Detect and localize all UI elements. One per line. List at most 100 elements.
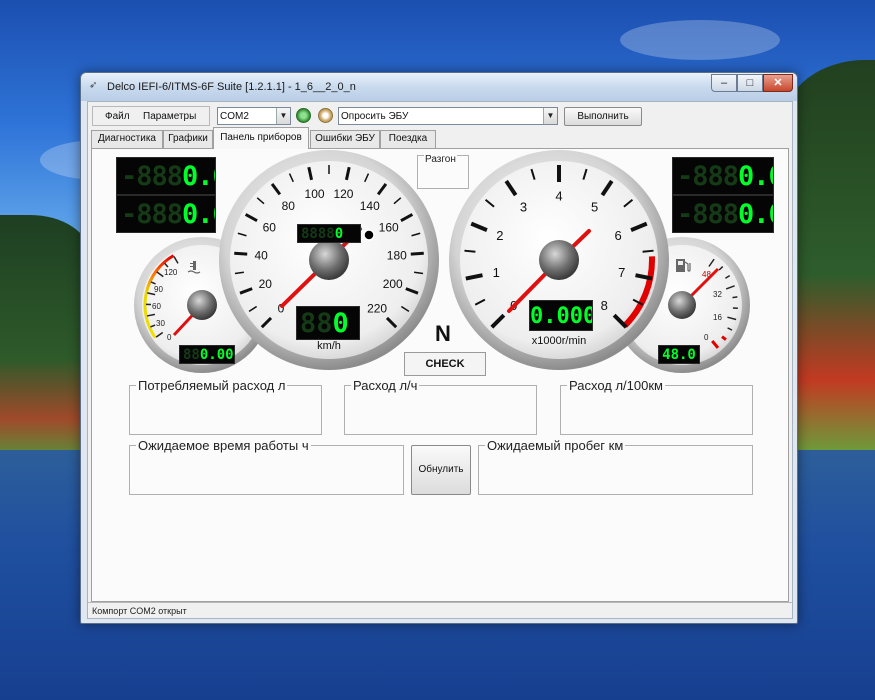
reset-button[interactable]: Обнулить <box>411 445 471 495</box>
chevron-down-icon[interactable]: ▼ <box>543 108 557 124</box>
left-top-display-ghost: -888 <box>121 161 183 192</box>
client-area: Файл Параметры COM2 ▼ Опросить ЭБУ ▼ Вып… <box>87 101 793 619</box>
speed-tick-label: 40 <box>254 248 268 262</box>
menu-file[interactable]: Файл <box>105 111 130 122</box>
window-title: Delco IEFI-6/ITMS-6F Suite [1.2.1.1] - 1… <box>107 81 356 93</box>
rpm-tick-label: 1 <box>493 265 500 280</box>
left-bottom-display-ghost: -888 <box>121 199 183 230</box>
odometer-display-ghost: 8888 <box>301 226 335 242</box>
execute-button[interactable]: Выполнить <box>564 107 642 126</box>
speed-tick-label: 160 <box>379 221 399 235</box>
temp-tick-30: 30 <box>156 319 165 328</box>
tab-trip[interactable]: Поездка <box>380 130 436 148</box>
rpm-tick-label: 4 <box>555 189 562 204</box>
temp-gauge-hub <box>187 290 217 320</box>
speed-major-tick <box>234 251 248 256</box>
trip-reset-knob[interactable] <box>363 229 375 241</box>
temp-tick-0: 0 <box>167 333 172 342</box>
rpm-tick-label: 5 <box>591 199 598 214</box>
temp-display-value: 0.00 <box>199 347 234 363</box>
title-bar[interactable]: ➶ Delco IEFI-6/ITMS-6F Suite [1.2.1.1] -… <box>81 73 797 101</box>
close-button[interactable]: ✕ <box>763 74 793 92</box>
speed-display-ghost: 88 <box>300 308 333 339</box>
rpm-tick-label: 3 <box>520 199 527 214</box>
right-bottom-display-ghost: -888 <box>677 199 739 230</box>
consumed-fuel-box: Потребляемый расход л <box>129 378 322 435</box>
odometer-display: 88880 <box>297 224 361 243</box>
dashboard-panel: 120 90 60 30 0 48 32 16 0 0 20 40 60 80 … <box>91 148 789 602</box>
fuel-rate-l100-label: Расход л/100км <box>567 378 665 393</box>
fuel-gauge-hub <box>668 291 696 319</box>
speed-display: 880 <box>296 306 360 340</box>
rpm-unit-label: x1000r/min <box>532 335 586 347</box>
background-cloud <box>620 20 780 60</box>
right-top-display: -8880.00 <box>672 157 774 195</box>
chevron-down-icon[interactable]: ▼ <box>276 108 290 124</box>
fuel-display: 48.0 <box>658 345 700 364</box>
razgon-label: Разгон <box>424 154 457 165</box>
status-bar: Компорт COM2 открыт <box>88 602 792 618</box>
speed-tick-label: 200 <box>383 277 403 291</box>
maximize-button[interactable]: □ <box>737 74 763 92</box>
fuel-rate-lh-box: Расход л/ч <box>344 378 537 435</box>
fuel-tick-32: 32 <box>713 290 722 299</box>
tab-ecu-errors[interactable]: Ошибки ЭБУ <box>310 130 380 148</box>
temp-tick-60: 60 <box>152 302 161 311</box>
command-select-value: Опросить ЭБУ <box>341 111 409 122</box>
razgon-box[interactable]: Разгон <box>417 154 469 189</box>
expected-range-label: Ожидаемый пробег км <box>485 438 626 453</box>
speed-tick-label: 120 <box>333 187 353 201</box>
background-hill-left <box>0 215 90 455</box>
speedometer-hub <box>309 240 349 280</box>
port-select-value: COM2 <box>220 111 249 122</box>
gear-indicator: N <box>435 321 451 346</box>
temp-display-ghost: 88 <box>183 347 200 363</box>
app-window: ➶ Delco IEFI-6/ITMS-6F Suite [1.2.1.1] -… <box>80 72 798 624</box>
speed-major-tick <box>410 251 424 256</box>
fuel-rate-l100-box: Расход л/100км <box>560 378 753 435</box>
menu-bar: Файл Параметры <box>92 106 210 126</box>
left-top-display: -8880.00 <box>116 157 216 195</box>
tab-diagnostics[interactable]: Диагностика <box>91 130 163 148</box>
check-engine-indicator: CHECK <box>404 352 486 376</box>
left-bottom-display-value: 0.00 <box>182 199 215 230</box>
rpm-display: 0.000 <box>529 300 593 331</box>
speed-display-value: 0 <box>332 308 349 339</box>
left-bottom-display: -8880.00 <box>116 195 216 233</box>
tab-graphs[interactable]: Графики <box>163 130 213 148</box>
minimize-button[interactable]: – <box>711 74 737 92</box>
connect-icon[interactable] <box>296 108 311 123</box>
speed-tick-label: 100 <box>305 187 325 201</box>
rpm-minor-tick <box>464 249 476 253</box>
consumed-fuel-label: Потребляемый расход л <box>136 378 288 393</box>
rpm-tick-label: 2 <box>496 228 503 243</box>
left-top-display-value: 0.00 <box>182 161 215 192</box>
expected-range-box: Ожидаемый пробег км <box>478 438 753 495</box>
fuel-tick-0: 0 <box>704 333 709 342</box>
speed-tick-label: 180 <box>387 248 407 262</box>
fuel-tick <box>732 296 738 299</box>
speed-tick-label: 220 <box>367 301 387 315</box>
command-select[interactable]: Опросить ЭБУ ▼ <box>338 107 558 125</box>
rpm-minor-tick <box>642 249 654 253</box>
speed-tick-label: 80 <box>282 199 296 213</box>
tab-dashboard[interactable]: Панель приборов <box>213 127 309 149</box>
menu-params[interactable]: Параметры <box>143 111 196 122</box>
speed-unit-label: km/h <box>317 340 341 352</box>
rpm-tick-label: 6 <box>615 228 622 243</box>
speed-tick-label: 140 <box>360 199 380 213</box>
ecu-icon[interactable] <box>318 108 333 123</box>
odometer-display-value: 0 <box>334 226 344 242</box>
port-select[interactable]: COM2 ▼ <box>217 107 291 125</box>
right-bottom-display: -8880.00 <box>672 195 774 233</box>
tachometer: 012345678 x1000r/min <box>449 150 669 370</box>
fuel-rate-lh-label: Расход л/ч <box>351 378 420 393</box>
temp-tick-90: 90 <box>154 285 163 294</box>
right-bottom-display-value: 0.00 <box>738 199 773 230</box>
background-hill-right <box>785 60 875 450</box>
right-top-display-ghost: -888 <box>677 161 739 192</box>
speed-tick-label: 60 <box>263 221 277 235</box>
rpm-tick-label: 7 <box>618 265 625 280</box>
rpm-tick-label: 8 <box>601 298 608 313</box>
expected-time-box: Ожидаемое время работы ч <box>129 438 404 495</box>
